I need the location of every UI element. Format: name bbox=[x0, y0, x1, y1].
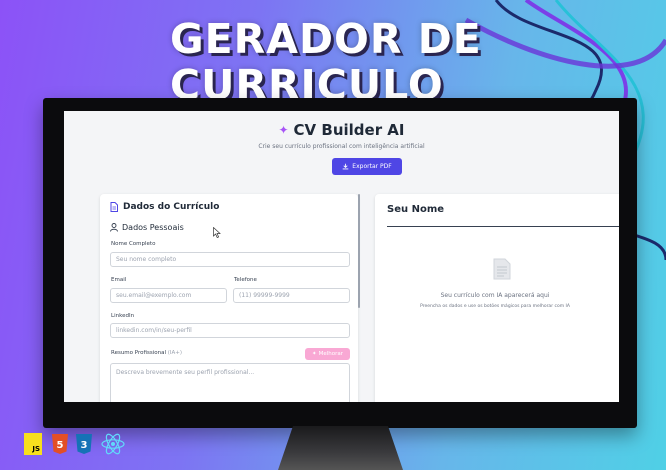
magic-wand-icon: ✦ bbox=[311, 351, 317, 357]
export-pdf-label: Exportar PDF bbox=[352, 163, 392, 170]
summary-textarea[interactable]: Descreva brevemente seu perfil profissio… bbox=[110, 363, 350, 402]
mouse-cursor-icon bbox=[213, 227, 221, 238]
summary-label: Resumo Profissional (IA+) bbox=[111, 350, 182, 356]
hero-title-line1: GERADOR DE bbox=[170, 15, 482, 63]
form-title-text: Dados do Currículo bbox=[123, 202, 220, 212]
linkedin-input[interactable]: linkedin.com/in/seu-perfil bbox=[110, 323, 350, 338]
preview-name: Seu Nome bbox=[387, 204, 445, 215]
improve-ai-button[interactable]: ✦ Melhorar bbox=[305, 348, 350, 360]
email-label: Email bbox=[111, 277, 127, 283]
name-label: Nome Completo bbox=[111, 241, 156, 247]
sparkles-icon: ✦ bbox=[278, 123, 289, 137]
preview-divider bbox=[387, 226, 619, 227]
name-input[interactable]: Seu nome completo bbox=[110, 252, 350, 267]
phone-label: Telefone bbox=[234, 277, 257, 283]
summary-label-text: Resumo Profissional bbox=[111, 350, 166, 356]
js-logo-icon: JS bbox=[24, 433, 42, 455]
phone-input[interactable]: (11) 99999-9999 bbox=[233, 288, 350, 303]
css3-logo-text: 3 bbox=[81, 440, 88, 451]
preview-empty-hint: Preencha os dados e use os botões mágico… bbox=[420, 304, 570, 309]
html5-logo-text: 5 bbox=[57, 440, 64, 451]
summary-placeholder: Descreva brevemente seu perfil profissio… bbox=[116, 369, 255, 376]
name-placeholder: Seu nome completo bbox=[116, 256, 177, 263]
preview-panel: Seu Nome Seu currículo com IA aparecerá … bbox=[375, 194, 619, 402]
monitor-stand bbox=[278, 426, 403, 470]
document-placeholder-icon bbox=[493, 258, 511, 280]
hero-title: GERADOR DE CURRICULO bbox=[170, 16, 482, 108]
form-scrollbar[interactable] bbox=[358, 194, 360, 308]
phone-placeholder: (11) 99999-9999 bbox=[239, 292, 290, 299]
html5-logo-icon: 5 bbox=[52, 434, 68, 454]
user-icon bbox=[110, 223, 118, 232]
document-icon bbox=[110, 202, 118, 212]
app-header: ✦ CV Builder AI Crie seu currículo profi… bbox=[64, 111, 619, 191]
linkedin-placeholder: linkedin.com/in/seu-perfil bbox=[116, 327, 192, 334]
linkedin-label: LinkedIn bbox=[111, 313, 135, 319]
form-title: Dados do Currículo bbox=[110, 202, 219, 212]
email-input[interactable]: seu.email@exemplo.com bbox=[110, 288, 227, 303]
export-pdf-button[interactable]: Exportar PDF bbox=[332, 158, 402, 175]
app-title: CV Builder AI bbox=[293, 121, 405, 139]
react-logo-icon bbox=[101, 433, 125, 455]
brand-row: ✦ CV Builder AI bbox=[64, 121, 619, 139]
section-personal: Dados Pessoais bbox=[110, 223, 184, 232]
preview-empty-message: Seu currículo com IA aparecerá aqui bbox=[440, 292, 550, 299]
download-icon bbox=[342, 163, 349, 170]
email-placeholder: seu.email@exemplo.com bbox=[116, 292, 192, 299]
css3-logo-icon: 3 bbox=[76, 434, 92, 454]
summary-label-optional: (IA+) bbox=[167, 350, 183, 356]
improve-ai-label: Melhorar bbox=[318, 351, 343, 357]
app-screen: ✦ CV Builder AI Crie seu currículo profi… bbox=[64, 111, 619, 402]
section-personal-title: Dados Pessoais bbox=[122, 223, 184, 232]
js-logo-text: JS bbox=[32, 445, 40, 453]
app-subtitle: Crie seu currículo profissional com inte… bbox=[258, 143, 425, 150]
